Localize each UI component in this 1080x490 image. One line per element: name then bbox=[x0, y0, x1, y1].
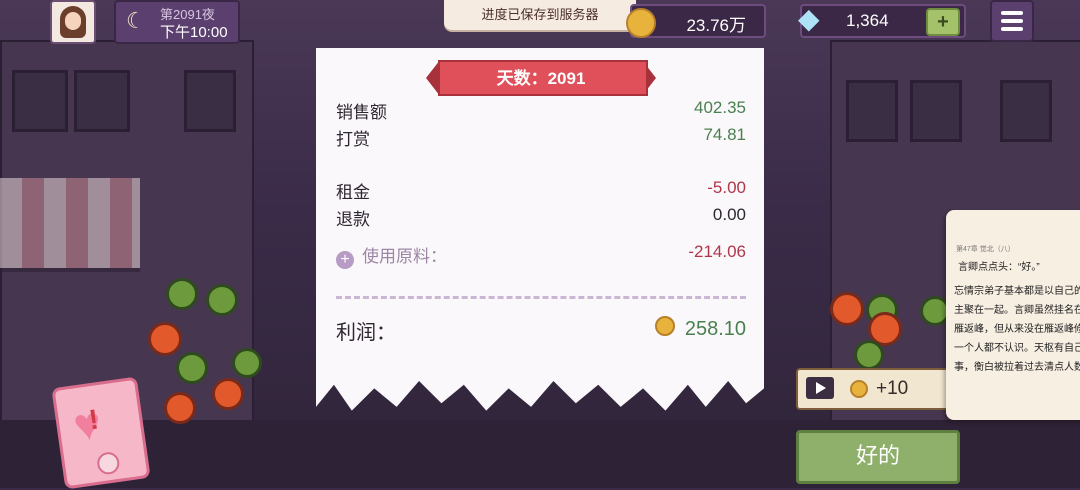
coin-icon bbox=[626, 8, 656, 38]
pepper-slice bbox=[176, 352, 208, 384]
diamond-icon: ◆ bbox=[798, 3, 820, 34]
chapter-header: 第47章 觉北（八） bbox=[956, 246, 1015, 253]
gem-amount: 1,364 bbox=[846, 11, 889, 30]
reward-amount: +10 bbox=[876, 378, 909, 399]
menu-icon-bar bbox=[1001, 27, 1023, 31]
coin-amount: 23.76万 bbox=[686, 16, 746, 35]
ok-button[interactable]: 好的 bbox=[796, 430, 960, 484]
menu-button[interactable] bbox=[990, 0, 1034, 42]
window bbox=[184, 70, 236, 132]
window bbox=[12, 70, 68, 132]
sales-value: 402.35 bbox=[694, 98, 746, 117]
refund-label: 退款 bbox=[336, 210, 370, 229]
ingredients-label: 使用原料： bbox=[362, 247, 447, 266]
pepper-slice bbox=[854, 340, 884, 370]
expand-plus-icon[interactable]: + bbox=[336, 251, 354, 269]
coin-balance: 23.76万 bbox=[626, 4, 766, 38]
tomato-slice bbox=[164, 392, 196, 424]
rent-value: -5.00 bbox=[707, 178, 746, 197]
profit-value: 258.10 bbox=[684, 318, 746, 340]
tips-label: 打赏 bbox=[336, 130, 370, 149]
moon-icon: ☾ bbox=[126, 8, 146, 33]
novel-reader-panel[interactable]: 第47章 觉北（八） 言卿点点头：“好。” 忘情宗弟子基本都是以自己的峰头为主聚… bbox=[946, 210, 1080, 420]
divider bbox=[336, 296, 746, 299]
tomato-slice bbox=[830, 292, 864, 326]
pepper-slice bbox=[232, 348, 262, 378]
card-dot bbox=[95, 450, 121, 476]
novel-quote: 言卿点点头：“好。” bbox=[958, 262, 1040, 273]
play-video-icon bbox=[806, 377, 834, 399]
player-avatar[interactable] bbox=[50, 0, 96, 44]
menu-icon bbox=[1001, 11, 1023, 15]
game-time: 下午10:00 bbox=[160, 24, 228, 41]
rent-label: 租金 bbox=[336, 183, 370, 202]
refund-value: 0.00 bbox=[712, 205, 746, 224]
pepper-slice bbox=[166, 278, 198, 310]
profit-label: 利润： bbox=[336, 322, 396, 344]
add-gems-button[interactable]: + bbox=[926, 8, 960, 36]
awning bbox=[0, 178, 140, 272]
window bbox=[1000, 80, 1052, 142]
watch-ad-reward-button[interactable]: +10 bbox=[796, 368, 956, 410]
novel-paragraph: 忘情宗弟子基本都是以自己的峰头为主聚在一起。言卿虽然挂名在天枢的雁返峰，但从来没… bbox=[954, 286, 1080, 373]
window bbox=[74, 70, 130, 132]
menu-icon-bar bbox=[1001, 19, 1023, 23]
save-toast: 进度已保存到服务器 bbox=[444, 0, 636, 30]
day-time-panel: ☾ 第2091夜 下午10:00 bbox=[114, 0, 240, 44]
window bbox=[910, 80, 962, 142]
tomato-slice bbox=[212, 378, 244, 410]
gem-balance: ◆ 1,364 + bbox=[798, 3, 966, 38]
alert-heart-card[interactable]: ♥ ! bbox=[51, 376, 151, 490]
coin-icon bbox=[654, 316, 675, 336]
tips-value: 74.81 bbox=[703, 125, 746, 144]
ingredients-value: -214.06 bbox=[688, 242, 746, 261]
day-ribbon: 天数：2091 bbox=[426, 57, 656, 96]
coin-icon bbox=[850, 380, 868, 398]
tomato-slice bbox=[148, 322, 182, 356]
day-title: 天数：2091 bbox=[496, 69, 586, 88]
window bbox=[846, 80, 898, 142]
pepper-slice bbox=[206, 284, 238, 316]
sales-label: 销售额 bbox=[336, 103, 387, 122]
